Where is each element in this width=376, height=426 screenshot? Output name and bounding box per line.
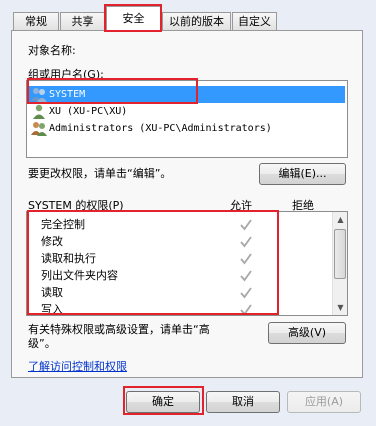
allow-checkmark-icon [240,270,252,282]
tab-customize[interactable]: 自定义 [232,12,277,30]
allow-checkmark-icon [240,287,252,299]
permission-name: 列出文件夹内容 [41,269,118,282]
user-name: XU (XU-PC\XU) [49,106,128,117]
permissions-scrollbar[interactable]: ▲ ▼ [332,212,347,315]
allow-checkmark-icon [240,236,252,248]
user-name: SYSTEM [49,89,86,100]
user-item-xu[interactable]: XU (XU-PC\XU) [29,103,127,120]
permission-row: 修改 [41,233,63,250]
scroll-thumb[interactable] [334,229,346,279]
edit-button[interactable]: 编辑(E)... [259,163,346,185]
allow-checkmark-icon [240,219,252,231]
allow-checkmark-icon [240,253,252,265]
permission-row: 读取 [41,284,63,301]
advanced-prompt-line2: 级”。 [28,337,56,350]
permissions-list: 完全控制 修改 读取和执行 列出文件夹内容 读取 写入 ▲ ▼ [26,211,348,316]
tab-security[interactable]: 安全 [106,6,161,31]
permission-name: 写入 [41,303,63,316]
cancel-button[interactable]: 取消 [206,391,280,413]
object-name-label: 对象名称: [28,44,76,57]
user-item-administrators[interactable]: Administrators (XU-PC\Administrators) [29,120,272,137]
edit-prompt: 要更改权限，请单击“编辑”。 [28,167,172,180]
permission-name: 读取 [41,286,63,299]
permission-name: 完全控制 [41,218,85,231]
learn-access-control-link[interactable]: 了解访问控制和权限 [28,358,127,374]
ok-button[interactable]: 确定 [126,391,200,413]
scroll-up-icon[interactable]: ▲ [333,212,347,227]
user-group-icon [31,88,47,102]
tab-general[interactable]: 常规 [13,12,59,30]
permission-name: 修改 [41,235,63,248]
permission-row: 完全控制 [41,216,85,233]
tab-bar: 常规 共享 安全 以前的版本 自定义 [0,0,376,32]
apply-button[interactable]: 应用(A) [287,391,361,413]
permission-row: 写入 [41,301,63,316]
user-group-icon [31,122,47,136]
permission-row: 读取和执行 [41,250,96,267]
scroll-down-icon[interactable]: ▼ [333,300,347,315]
tab-previous-versions[interactable]: 以前的版本 [162,12,231,30]
users-listbox[interactable]: SYSTEM XU (XU-PC\XU) Administrators (XU-… [26,80,348,158]
tab-sharing[interactable]: 共享 [60,12,105,30]
allow-checkmark-icon [240,304,252,315]
permission-row: 列出文件夹内容 [41,267,118,284]
user-name: Administrators (XU-PC\Administrators) [49,123,272,134]
advanced-button[interactable]: 高级(V) [268,322,346,344]
user-icon [33,104,45,119]
permission-name: 读取和执行 [41,252,96,265]
user-item-system[interactable]: SYSTEM [29,86,345,103]
